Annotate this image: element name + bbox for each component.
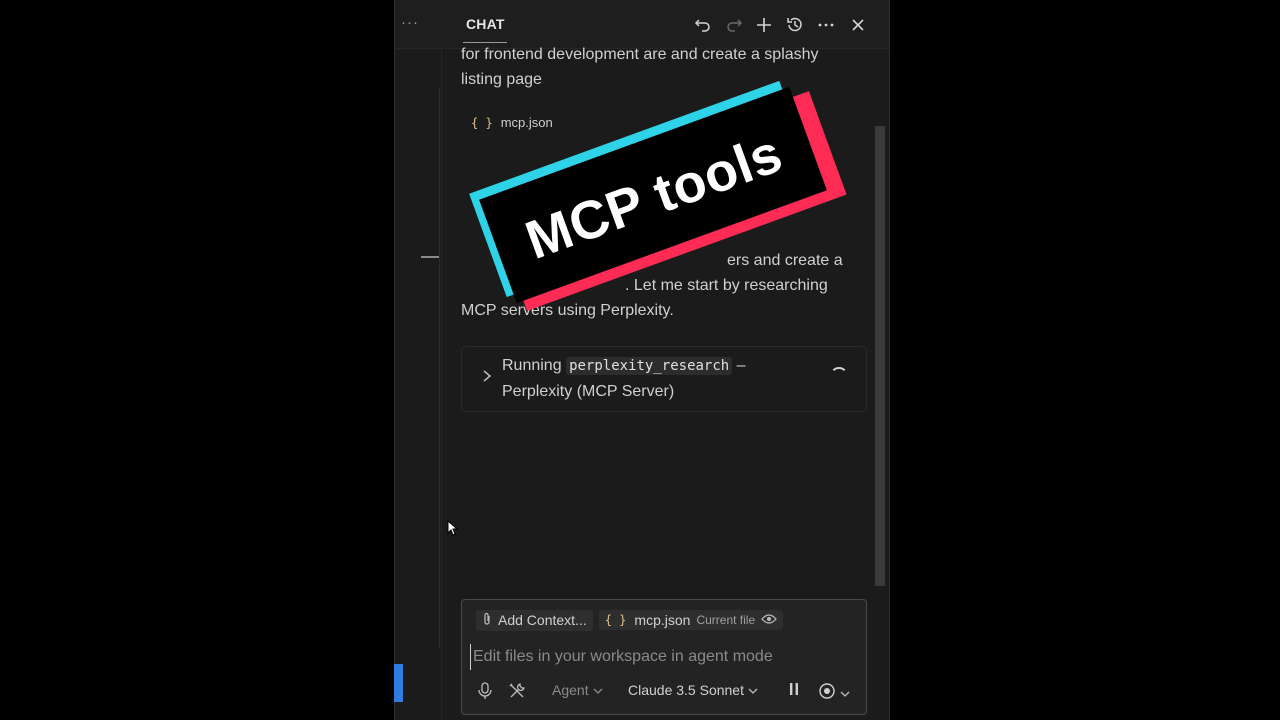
- tool-call-card[interactable]: Running perplexity_research – Perplexity…: [461, 346, 867, 412]
- loading-spinner-icon: [830, 367, 848, 385]
- tool-name: perplexity_research: [566, 357, 733, 375]
- tool-call-text: Running perplexity_research – Perplexity…: [502, 353, 802, 405]
- record-icon: [818, 682, 836, 703]
- tool-call-dash: –: [736, 357, 746, 374]
- agent-message-line-1: ers and create a: [727, 252, 843, 269]
- agent-message-line-3: MCP servers using Perplexity.: [461, 302, 674, 319]
- paperclip-icon: [482, 612, 492, 629]
- input-toolbar: Agent Claude 3.5 Sonnet: [474, 682, 866, 704]
- context-row: Add Context... { } mcp.json Current file: [476, 609, 784, 631]
- add-context-button[interactable]: Add Context...: [476, 609, 593, 631]
- model-select[interactable]: Claude 3.5 Sonnet: [628, 682, 758, 698]
- send-options[interactable]: [818, 682, 850, 703]
- more-icon[interactable]: [815, 14, 837, 36]
- json-braces-icon: { }: [471, 116, 493, 130]
- current-file-name: mcp.json: [634, 612, 691, 628]
- chat-scrollbar[interactable]: [875, 126, 885, 586]
- history-icon[interactable]: [784, 14, 806, 36]
- close-icon[interactable]: [847, 14, 869, 36]
- json-braces-icon: { }: [604, 613, 627, 627]
- agent-message-line-2: . Let me start by researching: [625, 277, 828, 294]
- chevron-down-icon: [593, 682, 603, 698]
- user-message-line-2: listing page: [461, 71, 542, 88]
- chevron-down-icon: [748, 682, 758, 698]
- tools-icon[interactable]: [508, 682, 526, 700]
- mode-label: Agent: [552, 682, 589, 698]
- current-file-chip[interactable]: { } mcp.json Current file: [598, 610, 784, 630]
- strip-marker: [421, 256, 439, 258]
- file-reference-name: mcp.json: [500, 115, 553, 130]
- current-file-note: Current file: [696, 613, 756, 627]
- tool-call-prefix: Running: [502, 357, 562, 374]
- chat-panel: ··· CHAT for frontend development are an…: [394, 0, 890, 720]
- user-message-line-1: for frontend development are and create …: [461, 46, 819, 63]
- chevron-down-icon: [840, 685, 850, 701]
- redo-icon[interactable]: [723, 14, 745, 36]
- side-accent-tab[interactable]: [394, 664, 403, 702]
- add-context-label: Add Context...: [498, 612, 587, 628]
- tab-chat[interactable]: CHAT: [466, 16, 505, 32]
- strip-divider: [439, 88, 440, 648]
- chat-input[interactable]: [470, 644, 855, 670]
- file-reference[interactable]: { } mcp.json: [471, 115, 553, 130]
- model-label: Claude 3.5 Sonnet: [628, 682, 744, 698]
- more-left-icon[interactable]: ···: [401, 14, 427, 36]
- plus-icon[interactable]: [753, 14, 775, 36]
- mode-select[interactable]: Agent: [552, 682, 603, 698]
- mouse-cursor-icon: [447, 519, 459, 541]
- chevron-right-icon[interactable]: [482, 369, 492, 386]
- pause-icon[interactable]: [788, 682, 800, 696]
- undo-icon[interactable]: [692, 14, 714, 36]
- tool-server: Perplexity (MCP Server): [502, 383, 675, 400]
- eye-icon[interactable]: [761, 612, 777, 628]
- left-activity-strip: [395, 48, 442, 720]
- chat-input-box: Add Context... { } mcp.json Current file…: [461, 599, 867, 715]
- microphone-icon[interactable]: [478, 682, 492, 700]
